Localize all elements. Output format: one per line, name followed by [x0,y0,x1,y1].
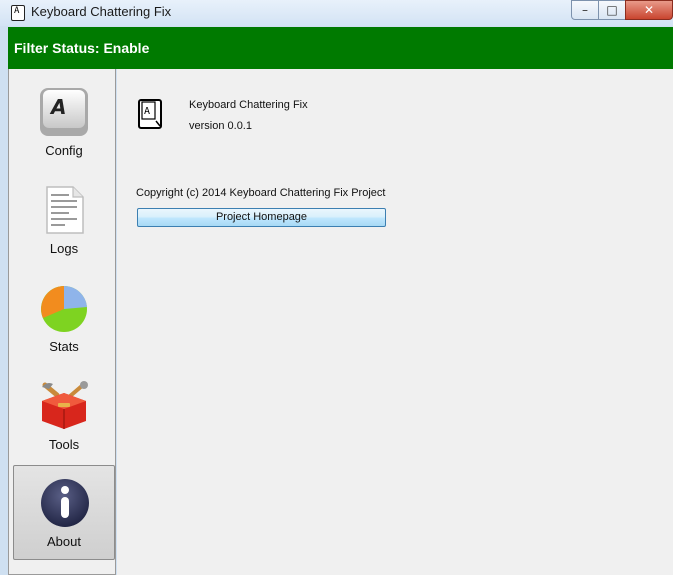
sidebar-item-label: Tools [48,437,80,452]
svg-text:A: A [49,95,66,119]
info-icon [41,479,89,527]
toolbox-icon [42,381,88,429]
filter-status-text: Filter Status: Enable [14,40,150,56]
app-name: Keyboard Chattering Fix [189,99,308,111]
copyright-text: Copyright (c) 2014 Keyboard Chattering F… [136,187,386,199]
sidebar-item-label: Logs [49,241,79,256]
app-version: version 0.0.1 [189,120,252,132]
sidebar-item-label: Config [45,143,83,158]
minimize-button[interactable]: – [571,0,599,20]
document-icon [46,186,84,234]
sidebar-item-label: Stats [49,339,79,354]
maximize-button[interactable]: □ [598,0,626,20]
sidebar-item-stats[interactable]: Stats [13,271,115,366]
sidebar-item-tools[interactable]: Tools [13,369,115,464]
about-panel: A Keyboard Chattering Fix version 0.0.1 … [117,69,673,575]
keyboard-key-icon: A [40,88,88,136]
sidebar-item-logs[interactable]: Logs [13,173,115,268]
close-button[interactable]: ✕ [625,0,673,20]
sidebar-item-config[interactable]: A Config [13,75,115,170]
window-controls: – □ ✕ [571,0,673,20]
filter-status-banner: Filter Status: Enable [8,27,673,69]
keyboard-app-icon: A [138,99,162,129]
svg-text:A: A [144,106,150,117]
project-homepage-button[interactable]: Project Homepage [137,208,386,227]
sidebar-item-about[interactable]: About [13,465,115,560]
app-window-icon [11,5,25,21]
window-title: Keyboard Chattering Fix [31,4,172,19]
sidebar-item-label: About [47,534,81,549]
sidebar: A Config Logs Stats Tools About [8,69,116,575]
title-bar[interactable]: Keyboard Chattering Fix – □ ✕ [0,0,673,26]
pie-chart-icon [41,285,87,332]
